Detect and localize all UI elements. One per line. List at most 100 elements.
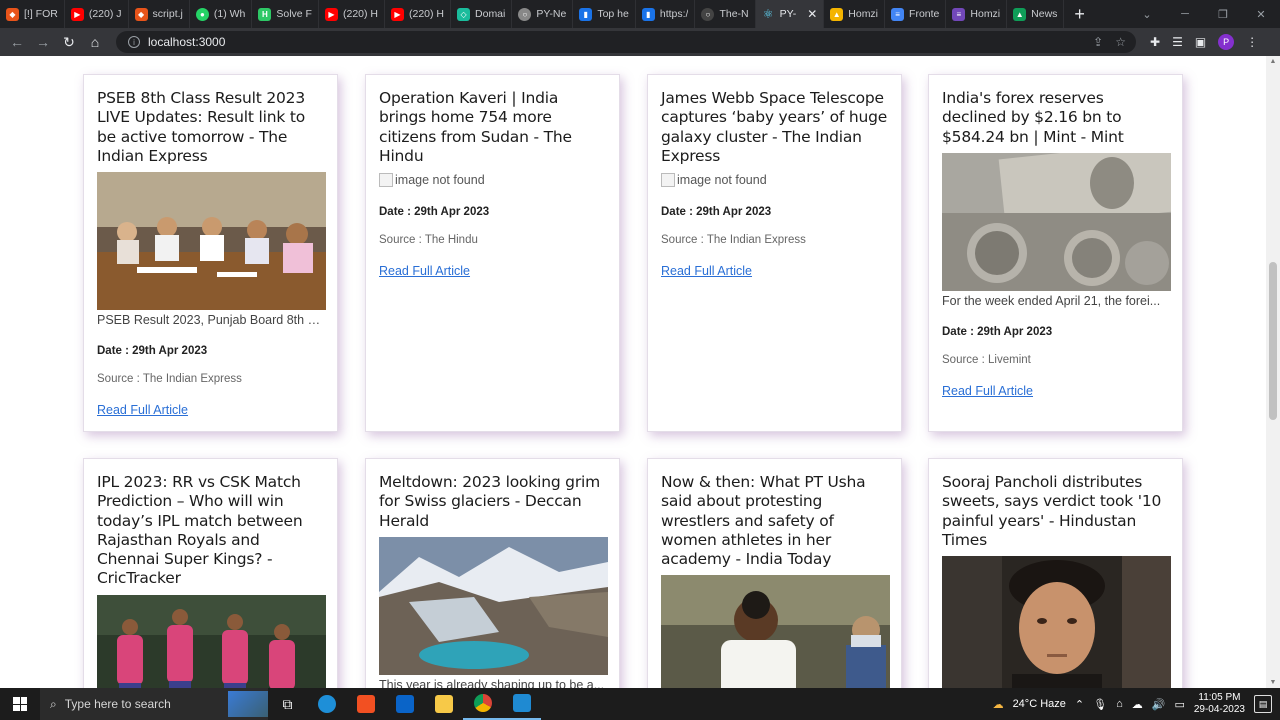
news-card: Now & then: What PT Usha said about prot… bbox=[647, 458, 902, 688]
close-window-icon[interactable]: ✕ bbox=[1242, 8, 1280, 21]
github-icon: ○ bbox=[701, 7, 715, 21]
read-full-article-link[interactable]: Read Full Article bbox=[942, 384, 1033, 398]
vscode-icon[interactable] bbox=[502, 688, 541, 720]
browser-tab[interactable]: H Solve F bbox=[252, 0, 319, 28]
notifications-icon[interactable]: ▤ bbox=[1254, 695, 1272, 713]
article-image bbox=[379, 536, 608, 675]
browser-toolbar: ← → ↻ ⌂ i localhost:3000 ⇪ ☆ ✚ ☰ ▣ P ⋮ bbox=[0, 28, 1280, 56]
mail-icon[interactable] bbox=[385, 688, 424, 720]
browser-tab[interactable]: ○ PY-Ne bbox=[512, 0, 574, 28]
article-source: Source : The Indian Express bbox=[97, 373, 242, 386]
profile-avatar[interactable]: P bbox=[1218, 34, 1235, 50]
news-card: Meltdown: 2023 looking grim for Swiss gl… bbox=[365, 458, 620, 688]
browser-tab[interactable]: ≡ Fronte bbox=[885, 0, 947, 28]
browser-tab[interactable]: ◇ Domai bbox=[451, 0, 513, 28]
reading-list-icon[interactable]: ☰ bbox=[1172, 35, 1183, 49]
browser-tab[interactable]: ▲ News bbox=[1007, 0, 1065, 28]
browser-tab[interactable]: ▶ (220) H bbox=[385, 0, 452, 28]
article-description: PSEB Result 2023, Punjab Board 8th Cl... bbox=[97, 313, 326, 328]
globe-icon: ○ bbox=[518, 7, 532, 21]
browser-tab[interactable]: ▮ Top he bbox=[573, 0, 636, 28]
bookmark-star-icon[interactable]: ☆ bbox=[1115, 35, 1126, 49]
site-info-icon[interactable]: i bbox=[128, 36, 140, 48]
article-title: PSEB 8th Class Result 2023 LIVE Updates:… bbox=[97, 89, 306, 165]
side-panel-icon[interactable]: ▣ bbox=[1195, 35, 1206, 49]
restore-icon[interactable]: ❐ bbox=[1204, 8, 1242, 21]
share-icon[interactable]: ⇪ bbox=[1093, 35, 1103, 49]
back-icon[interactable]: ← bbox=[4, 34, 30, 50]
store-icon[interactable] bbox=[346, 688, 385, 720]
article-date: Date : 29th Apr 2023 bbox=[942, 325, 1053, 338]
edge-icon[interactable] bbox=[307, 688, 346, 720]
browser-tab[interactable]: ▶ (220) J bbox=[65, 0, 129, 28]
news-card: PSEB 8th Class Result 2023 LIVE Updates:… bbox=[83, 74, 338, 432]
window-controls: ⌄ ─ ❐ ✕ bbox=[1128, 0, 1280, 28]
broken-image: image not found bbox=[379, 172, 607, 188]
weather-text[interactable]: 24°C Haze bbox=[1013, 698, 1066, 710]
reload-icon[interactable]: ↻ bbox=[56, 34, 82, 51]
article-description: This year is already shaping up to be a.… bbox=[379, 677, 605, 688]
extensions-icon[interactable]: ✚ bbox=[1150, 35, 1160, 49]
battery-icon[interactable]: ▭ bbox=[1174, 698, 1184, 711]
browser-tab[interactable]: ◆ script.j bbox=[129, 0, 190, 28]
url-text: localhost:3000 bbox=[148, 35, 226, 49]
news-card: India's forex reserves declined by $2.16… bbox=[928, 74, 1183, 432]
hackerrank-icon: H bbox=[258, 7, 272, 21]
tab-favicon-icon: ▮ bbox=[641, 7, 655, 21]
onedrive-icon[interactable]: ☁ bbox=[1132, 698, 1143, 711]
close-tab-icon[interactable]: ✕ bbox=[807, 7, 817, 21]
browser-tab-active[interactable]: ⚛ PY- ✕ bbox=[755, 0, 825, 28]
volume-icon[interactable]: 🔊 bbox=[1152, 698, 1166, 711]
article-title: Sooraj Pancholi distributes sweets, says… bbox=[942, 473, 1162, 549]
forward-icon[interactable]: → bbox=[30, 34, 56, 50]
tab-favicon-icon: ▮ bbox=[579, 7, 593, 21]
task-view-icon[interactable]: ⧉ bbox=[268, 688, 307, 720]
menu-icon[interactable]: ⋮ bbox=[1246, 35, 1258, 49]
whatsapp-icon: ● bbox=[195, 7, 209, 21]
minimize-icon[interactable]: ─ bbox=[1166, 8, 1204, 20]
home-icon[interactable]: ⌂ bbox=[82, 34, 108, 50]
browser-tab[interactable]: ▲ Homzi bbox=[824, 0, 886, 28]
page-scrollbar[interactable]: ▲ ▼ bbox=[1266, 56, 1280, 688]
browser-tab[interactable]: ≡ Homzi bbox=[946, 0, 1008, 28]
read-full-article-link[interactable]: Read Full Article bbox=[661, 264, 752, 278]
taskbar-clock[interactable]: 11:05 PM 29-04-2023 bbox=[1194, 692, 1245, 716]
article-source: Source : Livemint bbox=[942, 353, 1031, 366]
article-source: Source : The Indian Express bbox=[661, 234, 806, 247]
read-full-article-link[interactable]: Read Full Article bbox=[97, 403, 188, 417]
article-date: Date : 29th Apr 2023 bbox=[661, 206, 772, 219]
scroll-down-icon[interactable]: ▼ bbox=[1266, 679, 1280, 686]
chrome-icon[interactable] bbox=[463, 688, 502, 720]
search-highlight-image bbox=[228, 691, 268, 717]
browser-tab[interactable]: ◆ [!] FOR bbox=[0, 0, 65, 28]
start-button[interactable] bbox=[0, 688, 40, 720]
drive-icon: ▲ bbox=[830, 7, 844, 21]
article-title: James Webb Space Telescope captures ‘bab… bbox=[661, 89, 888, 165]
taskbar-search[interactable]: ⌕ Type here to search bbox=[40, 688, 268, 720]
microphone-icon[interactable]: 🎙 bbox=[1093, 698, 1107, 711]
scroll-up-icon[interactable]: ▲ bbox=[1266, 58, 1280, 65]
new-tab-button[interactable]: + bbox=[1064, 4, 1095, 25]
browser-tab[interactable]: ○ The-N bbox=[695, 0, 756, 28]
browser-tab[interactable]: ● (1) Wh bbox=[190, 0, 253, 28]
docs-icon: ≡ bbox=[891, 7, 905, 21]
article-date: Date : 29th Apr 2023 bbox=[97, 345, 208, 358]
scrollbar-thumb[interactable] bbox=[1269, 262, 1277, 420]
browser-tab[interactable]: ▮ https:/ bbox=[636, 0, 696, 28]
article-description: For the week ended April 21, the forei..… bbox=[942, 293, 1161, 308]
network-icon[interactable]: ⌂ bbox=[1116, 698, 1123, 710]
windows-taskbar: ⌕ Type here to search ⧉ ☁ 24°C Haze ⌃ 🎙 … bbox=[0, 688, 1280, 720]
broken-image-icon bbox=[379, 173, 393, 188]
article-title: Operation Kaveri | India brings home 754… bbox=[379, 89, 572, 165]
article-title: Now & then: What PT Usha said about prot… bbox=[661, 473, 866, 569]
file-explorer-icon[interactable] bbox=[424, 688, 463, 720]
browser-tab[interactable]: ▶ (220) H bbox=[319, 0, 385, 28]
chevron-up-icon[interactable]: ⌃ bbox=[1075, 698, 1084, 711]
clock-date: 29-04-2023 bbox=[1193, 704, 1245, 715]
tab-search-icon[interactable]: ⌄ bbox=[1128, 8, 1166, 21]
article-image bbox=[97, 594, 326, 688]
search-placeholder: Type here to search bbox=[64, 697, 171, 711]
address-bar[interactable]: i localhost:3000 ⇪ ☆ bbox=[116, 31, 1136, 53]
broken-image: image not found bbox=[661, 172, 889, 188]
read-full-article-link[interactable]: Read Full Article bbox=[379, 264, 470, 278]
